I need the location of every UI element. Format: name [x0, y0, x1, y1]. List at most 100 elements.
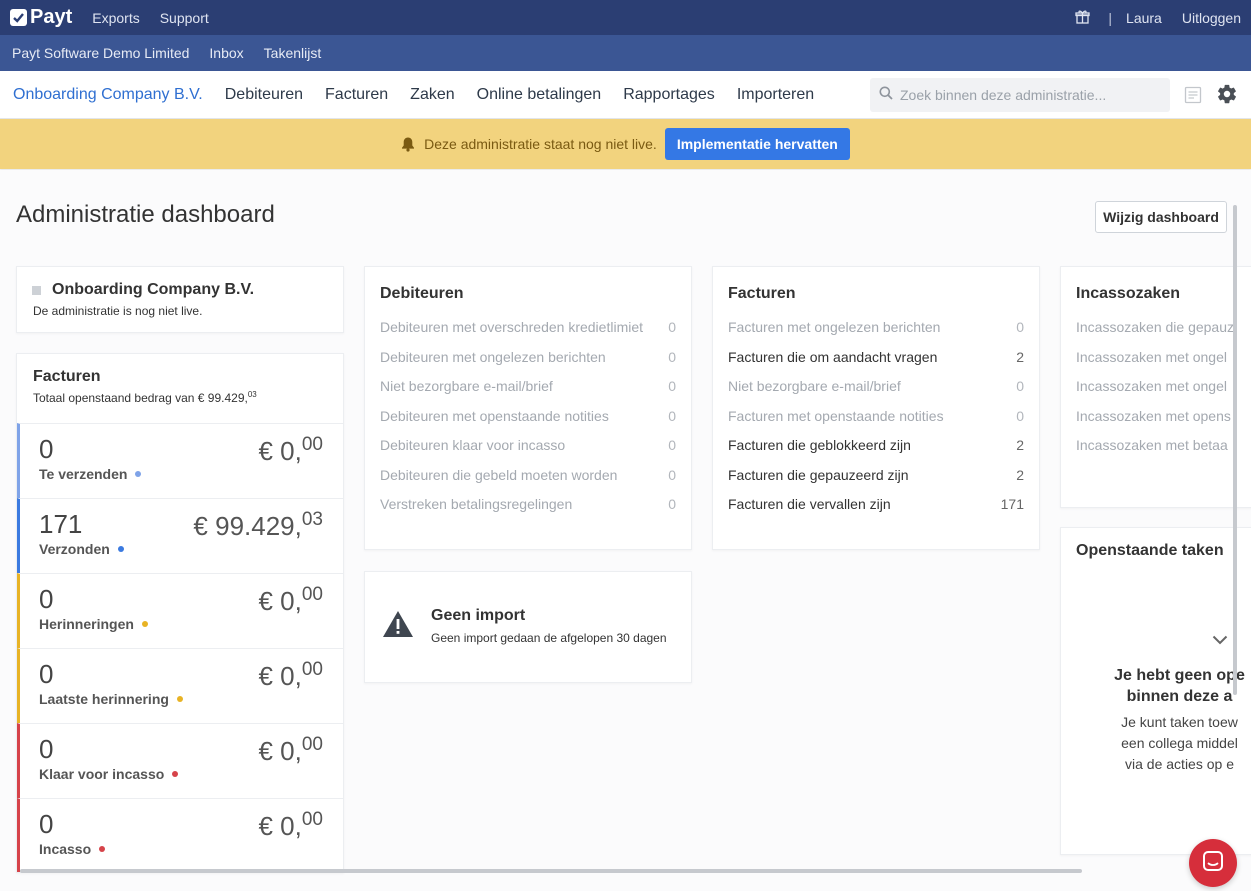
- payt-logo[interactable]: Payt: [10, 6, 72, 29]
- import-title: Geen import: [431, 607, 526, 624]
- invoice-status-row-te-verzenden[interactable]: 0 € 0,00 Te verzenden: [17, 423, 343, 498]
- card-title: Facturen: [728, 285, 796, 302]
- logo-text: Payt: [30, 6, 73, 28]
- row-amount: € 0,00: [258, 434, 323, 466]
- row-label: Incasso: [39, 841, 106, 857]
- list-item[interactable]: Facturen die geblokkeerd zijn 2: [728, 437, 1024, 467]
- list-item[interactable]: Facturen die gepauzeerd zijn 2: [728, 467, 1024, 497]
- row-label: Laatste herinnering: [39, 691, 183, 707]
- list-item[interactable]: Verstreken betalingsregelingen 0: [380, 496, 676, 526]
- invoice-status-row-herinneringen[interactable]: 0 € 0,00 Herinneringen: [17, 573, 343, 648]
- support-link[interactable]: Support: [160, 10, 209, 26]
- nav-facturen[interactable]: Facturen: [325, 86, 388, 104]
- nav-debiteuren[interactable]: Debiteuren: [225, 86, 303, 104]
- chat-launcher-button[interactable]: [1189, 839, 1237, 887]
- edit-dashboard-button[interactable]: Wijzig dashboard: [1095, 201, 1227, 233]
- search-input[interactable]: [900, 87, 1160, 103]
- separator: |: [1108, 9, 1113, 26]
- row-label: Te verzenden: [39, 466, 142, 482]
- company-link[interactable]: Onboarding Company B.V.: [13, 86, 203, 104]
- row-amount: € 0,00: [258, 809, 323, 841]
- invoice-status-row-incasso[interactable]: 0 € 0,00 Incasso: [17, 798, 343, 872]
- page-title: Administratie dashboard: [16, 201, 275, 228]
- import-card: Geen import Geen import gedaan de afgelo…: [364, 571, 692, 683]
- row-amount: € 0,00: [258, 734, 323, 766]
- logout-link[interactable]: Uitloggen: [1182, 10, 1241, 26]
- debiteuren-card: Debiteuren Debiteuren met overschreden k…: [364, 266, 692, 550]
- nav-importeren[interactable]: Importeren: [737, 86, 814, 104]
- main-nav: Onboarding Company B.V. Debiteuren Factu…: [0, 71, 1251, 119]
- list-item[interactable]: Debiteuren met overschreden kredietlimie…: [380, 319, 676, 349]
- bell-icon: [401, 136, 415, 152]
- horizontal-scrollbar[interactable]: [20, 869, 1082, 873]
- row-count: 0: [39, 584, 54, 614]
- card-title: Debiteuren: [380, 285, 464, 302]
- open-tasks-card: Openstaande taken Je hebt geen ope binne…: [1060, 527, 1251, 855]
- card-title: Facturen: [33, 368, 101, 385]
- invoice-status-row-laatste-herinnering[interactable]: 0 € 0,00 Laatste herinnering: [17, 648, 343, 723]
- vertical-scrollbar[interactable]: [1233, 205, 1237, 695]
- row-count: 0: [39, 659, 54, 689]
- row-label: Herinneringen: [39, 616, 148, 632]
- inbox-link[interactable]: Inbox: [209, 45, 243, 61]
- incassozaken-card: Incassozaken Incassozaken die gepauz Inc…: [1060, 266, 1251, 508]
- list-item[interactable]: Incassozaken met ongel: [1076, 378, 1251, 408]
- resume-implementation-button[interactable]: Implementatie hervatten: [664, 128, 850, 160]
- account-bar: Payt Software Demo Limited Inbox Takenli…: [0, 35, 1251, 71]
- status-dot: [135, 471, 142, 477]
- invoice-status-row-klaar-voor-incasso[interactable]: 0 € 0,00 Klaar voor incasso: [17, 723, 343, 798]
- nav-zaken[interactable]: Zaken: [410, 86, 454, 104]
- nav-rapportages[interactable]: Rapportages: [623, 86, 715, 104]
- list-item[interactable]: Debiteuren met openstaande notities 0: [380, 408, 676, 438]
- list-item[interactable]: Debiteuren klaar voor incasso 0: [380, 437, 676, 467]
- list-item[interactable]: Facturen met openstaande notities 0: [728, 408, 1024, 438]
- total-outstanding: Totaal openstaand bedrag van € 99.429,03: [33, 390, 257, 405]
- user-menu[interactable]: Laura: [1126, 10, 1162, 26]
- list-item[interactable]: Facturen met ongelezen berichten 0: [728, 319, 1024, 349]
- list-item[interactable]: Debiteuren met ongelezen berichten 0: [380, 349, 676, 379]
- company-name[interactable]: Onboarding Company B.V.: [52, 281, 254, 299]
- top-bar: Payt Exports Support | Laura Uitloggen: [0, 0, 1251, 35]
- nav-online-betalingen[interactable]: Online betalingen: [477, 86, 602, 104]
- row-count: 0: [39, 734, 54, 764]
- list-item[interactable]: Incassozaken die gepauz: [1076, 319, 1251, 349]
- list-item[interactable]: Incassozaken met ongel: [1076, 349, 1251, 379]
- row-label: Klaar voor incasso: [39, 766, 179, 782]
- facturen-summary-card: Facturen Totaal openstaand bedrag van € …: [16, 353, 344, 873]
- invoice-status-row-verzonden[interactable]: 171 € 99.429,03 Verzonden: [17, 498, 343, 573]
- no-tasks-message: Je hebt geen ope binnen deze a: [1114, 667, 1245, 705]
- search-box: [870, 78, 1170, 112]
- facturen-list-card: Facturen Facturen met ongelezen berichte…: [712, 266, 1040, 550]
- status-dot: [99, 846, 106, 852]
- row-amount: € 0,00: [258, 584, 323, 616]
- chevron-down-icon[interactable]: [1212, 632, 1228, 650]
- list-item[interactable]: Niet bezorgbare e-mail/brief 0: [728, 378, 1024, 408]
- exports-link[interactable]: Exports: [92, 10, 139, 26]
- list-item[interactable]: Incassozaken met opens: [1076, 408, 1251, 438]
- row-count: 0: [39, 434, 54, 464]
- import-subtitle: Geen import gedaan de afgelopen 30 dagen: [431, 631, 667, 645]
- list-item[interactable]: Incassozaken met betaa: [1076, 437, 1251, 467]
- no-tasks-hint: Je kunt taken toew een collega middel vi…: [1121, 714, 1238, 772]
- check-icon: [10, 9, 27, 26]
- account-name[interactable]: Payt Software Demo Limited: [12, 45, 189, 61]
- card-title: Openstaande taken: [1076, 542, 1224, 559]
- row-amount: € 0,00: [258, 659, 323, 691]
- row-label: Verzonden: [39, 541, 124, 557]
- search-icon: [879, 86, 893, 105]
- status-dot: [117, 546, 124, 552]
- gift-icon[interactable]: [1075, 9, 1091, 27]
- takenlijst-link[interactable]: Takenlijst: [264, 45, 322, 61]
- row-amount: € 99.429,03: [193, 509, 323, 541]
- list-item[interactable]: Niet bezorgbare e-mail/brief 0: [380, 378, 676, 408]
- list-item[interactable]: Facturen die vervallen zijn 171: [728, 496, 1024, 526]
- status-dot: [172, 771, 179, 777]
- list-item[interactable]: Facturen die om aandacht vragen 2: [728, 349, 1024, 379]
- dashboard-content: Administratie dashboard Wijzig dashboard…: [0, 170, 1251, 891]
- warning-icon: [382, 610, 414, 643]
- document-icon[interactable]: [1184, 86, 1202, 109]
- list-item[interactable]: Debiteuren die gebeld moeten worden 0: [380, 467, 676, 497]
- status-dot: [176, 696, 183, 702]
- banner-text: Deze administratie staat nog niet live.: [424, 136, 657, 152]
- gear-icon[interactable]: [1216, 83, 1238, 110]
